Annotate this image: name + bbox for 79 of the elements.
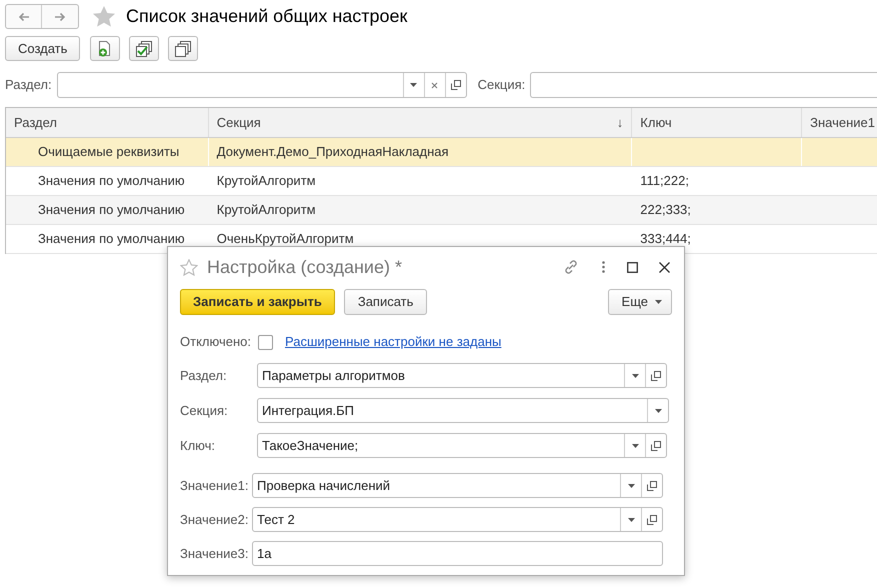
filter-field[interactable] bbox=[530, 72, 877, 98]
dropdown-icon bbox=[628, 518, 634, 522]
field-value: Тест 2 bbox=[256, 510, 296, 529]
field-value: 1a bbox=[256, 544, 272, 563]
dropdown-icon bbox=[655, 300, 662, 304]
field-label: Раздел: bbox=[180, 366, 228, 385]
table-cell-text: 333;444; bbox=[640, 230, 691, 248]
more-menu-button[interactable]: Еще bbox=[608, 289, 672, 315]
column-title: Ключ bbox=[640, 114, 672, 132]
table-cell-text: Значения по умолчанию bbox=[38, 172, 185, 190]
table-cell-text: КрутойАлгоритм bbox=[216, 201, 316, 220]
table-row[interactable]: Значения по умолчанию КрутойАлгоритм 222;333; bbox=[6, 196, 877, 225]
table-row[interactable]: Очищаемые реквизиты Документ.Демо_ПриходнаяНакладная bbox=[6, 138, 877, 167]
create-button[interactable]: Создать bbox=[5, 36, 80, 61]
uncheck-all-button[interactable] bbox=[168, 36, 198, 61]
save-button[interactable]: Записать bbox=[344, 289, 428, 315]
document-plus-icon bbox=[98, 40, 112, 56]
more-icon[interactable] bbox=[602, 261, 605, 273]
field-label: Значение2: bbox=[180, 510, 250, 529]
filter-label: Секция: bbox=[478, 76, 526, 94]
table-cell-text: Значения по умолчанию bbox=[38, 201, 185, 220]
field-label: Ключ: bbox=[180, 436, 216, 455]
dropdown-icon bbox=[628, 484, 634, 488]
table-cell-text: 222;333; bbox=[640, 201, 691, 220]
column-title: Секция bbox=[216, 114, 261, 132]
dropdown-icon bbox=[410, 83, 418, 87]
input-field[interactable]: ТакоеЗначение; bbox=[257, 433, 667, 458]
input-field[interactable]: Интеграция.БП bbox=[257, 398, 669, 423]
open-icon bbox=[651, 440, 661, 450]
column-header[interactable]: Ключ bbox=[632, 108, 802, 137]
field-value: Параметры алгоритмов bbox=[261, 366, 406, 385]
filter-label: Раздел: bbox=[5, 76, 52, 94]
input-field[interactable]: Проверка начислений bbox=[252, 473, 663, 498]
dropdown-icon bbox=[654, 408, 662, 412]
field-value: Интеграция.БП bbox=[261, 402, 355, 420]
advanced-settings-link[interactable]: Расширенные настройки не заданы bbox=[284, 332, 502, 352]
table-cell-text: КрутойАлгоритм bbox=[216, 172, 316, 190]
back-arrow-icon bbox=[18, 12, 30, 22]
add-document-button[interactable] bbox=[90, 36, 120, 61]
save-and-close-button[interactable]: Записать и закрыть bbox=[180, 289, 335, 315]
table-cell-text: ОченьКрутойАлгоритм bbox=[216, 230, 354, 248]
column-header[interactable]: Значение1 bbox=[802, 108, 877, 137]
link-icon[interactable] bbox=[563, 259, 579, 275]
star-icon[interactable] bbox=[93, 6, 115, 27]
column-title: Раздел bbox=[14, 114, 57, 132]
table-cell-text: Значения по умолчанию bbox=[38, 230, 185, 248]
open-icon bbox=[651, 370, 661, 380]
open-icon bbox=[647, 480, 657, 490]
field-value: Проверка начислений bbox=[256, 476, 392, 495]
field-label: Значение1: bbox=[180, 476, 250, 495]
dialog-title: Настройка (создание) * bbox=[207, 256, 402, 279]
sort-indicator: ↓ bbox=[616, 114, 624, 132]
table-cell-text: Документ.Демо_ПриходнаяНакладная bbox=[216, 143, 449, 162]
open-icon bbox=[450, 80, 461, 90]
field-label: Секция: bbox=[180, 402, 229, 420]
filter-field[interactable] bbox=[56, 72, 467, 98]
column-header[interactable]: Секция ↓ bbox=[208, 108, 632, 137]
clear-icon bbox=[431, 82, 438, 88]
input-field[interactable]: Тест 2 bbox=[252, 507, 663, 532]
input-field[interactable]: Параметры алгоритмов bbox=[257, 363, 667, 388]
input-field[interactable]: 1a bbox=[252, 541, 663, 566]
table-cell-text: Очищаемые реквизиты bbox=[38, 143, 180, 162]
column-header[interactable]: Раздел bbox=[6, 108, 209, 137]
stacked-checkmark-icon bbox=[136, 40, 152, 56]
forward-arrow-icon bbox=[54, 12, 66, 22]
column-title: Значение1 bbox=[810, 114, 875, 132]
stacked-pages-icon bbox=[175, 40, 192, 56]
close-icon[interactable] bbox=[659, 262, 670, 272]
star-outline-icon[interactable] bbox=[180, 258, 198, 276]
field-value: ТакоеЗначение; bbox=[261, 436, 360, 455]
page-title: Список значений общих настроек bbox=[126, 5, 408, 28]
field-label: Отключено: bbox=[180, 333, 251, 352]
check-all-button[interactable] bbox=[129, 36, 160, 61]
table-cell-text: 111;222; bbox=[640, 172, 689, 190]
dropdown-icon bbox=[632, 444, 638, 448]
dropdown-icon bbox=[632, 374, 638, 378]
maximize-icon[interactable] bbox=[627, 262, 638, 272]
open-icon bbox=[647, 514, 657, 524]
field-label: Значение3: bbox=[180, 544, 250, 563]
